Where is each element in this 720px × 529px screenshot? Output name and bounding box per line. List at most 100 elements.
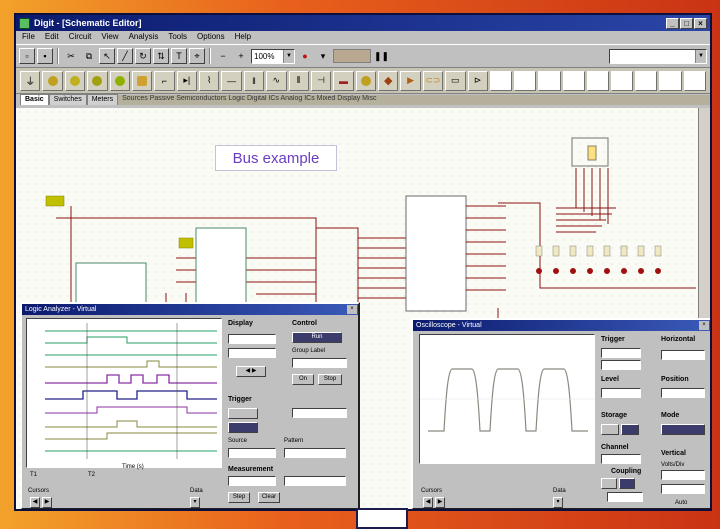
osc-volts-div-field[interactable]: [661, 470, 705, 480]
source-field[interactable]: [228, 448, 276, 458]
tab-meters[interactable]: Meters: [86, 94, 119, 105]
empty-slot-6[interactable]: [610, 70, 634, 91]
diode-part-button[interactable]: ▸|: [176, 70, 197, 91]
osc-channel-field[interactable]: [601, 454, 641, 464]
on-button[interactable]: On: [292, 374, 314, 385]
osc-storage-button-2[interactable]: [621, 424, 639, 435]
resistor-part-button[interactable]: ⌇: [199, 70, 220, 91]
capacitor-part-button[interactable]: ‖: [243, 70, 265, 91]
cursor-prev-button[interactable]: ◀: [30, 497, 40, 508]
probe-part-button[interactable]: ⊂⊃: [422, 70, 444, 91]
bus-example-annotation[interactable]: Bus example: [215, 145, 337, 171]
pot-part-button[interactable]: [131, 70, 153, 91]
display-part-button[interactable]: ▭: [445, 70, 466, 91]
osc-storage-button-1[interactable]: [601, 424, 619, 435]
osc-trigger-field[interactable]: [601, 348, 641, 358]
display-mode-field[interactable]: [228, 334, 276, 344]
save-button[interactable]: ▪: [37, 48, 53, 64]
source-part-button[interactable]: [64, 70, 86, 91]
transformer-part-button[interactable]: ⫴: [288, 70, 309, 91]
maximize-button[interactable]: □: [680, 17, 693, 29]
step-button[interactable]: Step: [228, 492, 250, 503]
group-label-field[interactable]: [292, 358, 347, 368]
wire-tool-button[interactable]: ╱: [117, 48, 133, 64]
tab-basic[interactable]: Basic: [20, 94, 49, 105]
cut-icon[interactable]: ✂: [63, 48, 79, 64]
rotate-button[interactable]: ↻: [135, 48, 151, 64]
lamp-part-button[interactable]: [87, 70, 108, 91]
switch-part-button[interactable]: ⌐: [154, 70, 175, 91]
measurement-field-2[interactable]: [284, 476, 346, 486]
menu-file[interactable]: File: [22, 32, 35, 43]
empty-slot-1[interactable]: [489, 70, 513, 91]
display-option-field[interactable]: [228, 348, 276, 358]
osc-mode-button[interactable]: [661, 424, 705, 435]
empty-slot-3[interactable]: [538, 70, 561, 91]
osc-trigger-source-field[interactable]: [601, 360, 641, 370]
buffer-part-button[interactable]: ▶: [400, 70, 421, 91]
empty-slot-8[interactable]: [659, 70, 682, 91]
logic-analyzer-screen[interactable]: [26, 318, 222, 468]
clear-button[interactable]: Clear: [258, 492, 280, 503]
wire-part-button[interactable]: —: [221, 70, 242, 91]
osc-cursor-prev-button[interactable]: ◀: [423, 497, 433, 508]
stop-button[interactable]: Stop: [318, 374, 342, 385]
osc-coupling-ac-button[interactable]: [601, 478, 617, 489]
connector-part-button[interactable]: ⊣: [310, 70, 332, 91]
osc-coupling-dc-button[interactable]: [619, 478, 635, 489]
trigger-mode-button[interactable]: [228, 408, 258, 419]
led-part-button[interactable]: [109, 70, 130, 91]
text-tool-button[interactable]: T: [171, 48, 187, 64]
oscilloscope-close-icon[interactable]: ×: [699, 321, 709, 330]
pattern-field[interactable]: [284, 448, 346, 458]
select-tool-button[interactable]: ↖: [99, 48, 115, 64]
osc-cursor-next-button[interactable]: ▶: [435, 497, 445, 508]
menu-view[interactable]: View: [101, 32, 118, 43]
run-button[interactable]: Run: [292, 332, 342, 343]
component-search-combo[interactable]: ▼: [609, 48, 707, 64]
trigger-value-field[interactable]: [292, 408, 347, 418]
new-file-button[interactable]: ▫: [19, 48, 35, 64]
ground-part-button[interactable]: ⏚: [20, 70, 41, 91]
pause-icon[interactable]: ❚❚: [373, 48, 389, 64]
osc-level-field[interactable]: [601, 388, 641, 398]
menu-circuit[interactable]: Circuit: [69, 32, 92, 43]
data-down-button[interactable]: ▾: [190, 497, 200, 508]
empty-slot-2[interactable]: [514, 70, 537, 91]
more-tabs[interactable]: Sources Passive Semiconductors Logic Dig…: [118, 95, 710, 105]
menu-analysis[interactable]: Analysis: [129, 32, 159, 43]
tab-switches[interactable]: Switches: [48, 94, 87, 105]
gate-part-button[interactable]: ◆: [378, 70, 399, 91]
cursor-next-button[interactable]: ▶: [42, 497, 52, 508]
battery-part-button[interactable]: [42, 70, 63, 91]
trigger-edge-button[interactable]: [228, 422, 258, 433]
menu-options[interactable]: Options: [197, 32, 225, 43]
osc-coupling-field[interactable]: [607, 492, 643, 502]
zoom-combo[interactable]: 100% ▼: [251, 48, 295, 64]
flip-button[interactable]: ⇅: [153, 48, 169, 64]
logic-analyzer-close-icon[interactable]: ×: [347, 305, 357, 314]
osc-auto-label[interactable]: Auto: [675, 500, 687, 506]
menu-tools[interactable]: Tools: [168, 32, 187, 43]
measurement-field-1[interactable]: [228, 476, 276, 486]
empty-slot-9[interactable]: [683, 70, 706, 91]
osc-v-position-field[interactable]: [661, 484, 705, 494]
oscilloscope-panel[interactable]: Oscilloscope - Virtual × Cursors ◀ ▶ Dat…: [411, 318, 710, 509]
osc-timebase-field[interactable]: [661, 350, 705, 360]
menu-help[interactable]: Help: [235, 32, 251, 43]
zoom-out-icon[interactable]: −: [215, 48, 231, 64]
fuse-part-button[interactable]: ▬: [333, 70, 354, 91]
empty-slot-7[interactable]: [635, 70, 658, 91]
menu-edit[interactable]: Edit: [45, 32, 59, 43]
empty-slot-5[interactable]: [586, 70, 609, 91]
close-button[interactable]: ×: [694, 17, 707, 29]
run-options-icon[interactable]: ▾: [315, 48, 331, 64]
probe-button[interactable]: ⌖: [189, 48, 205, 64]
copy-icon[interactable]: ⧉: [81, 48, 97, 64]
meter-part-button[interactable]: [355, 70, 376, 91]
osc-h-position-field[interactable]: [661, 388, 705, 398]
logic-part-button[interactable]: ⊳: [467, 70, 488, 91]
logic-analyzer-panel[interactable]: Logic Analyzer - Virtual × T1 T2 Time (s…: [20, 302, 360, 509]
display-step-buttons[interactable]: ◀ ▶: [236, 366, 266, 377]
minimize-button[interactable]: _: [666, 17, 679, 29]
